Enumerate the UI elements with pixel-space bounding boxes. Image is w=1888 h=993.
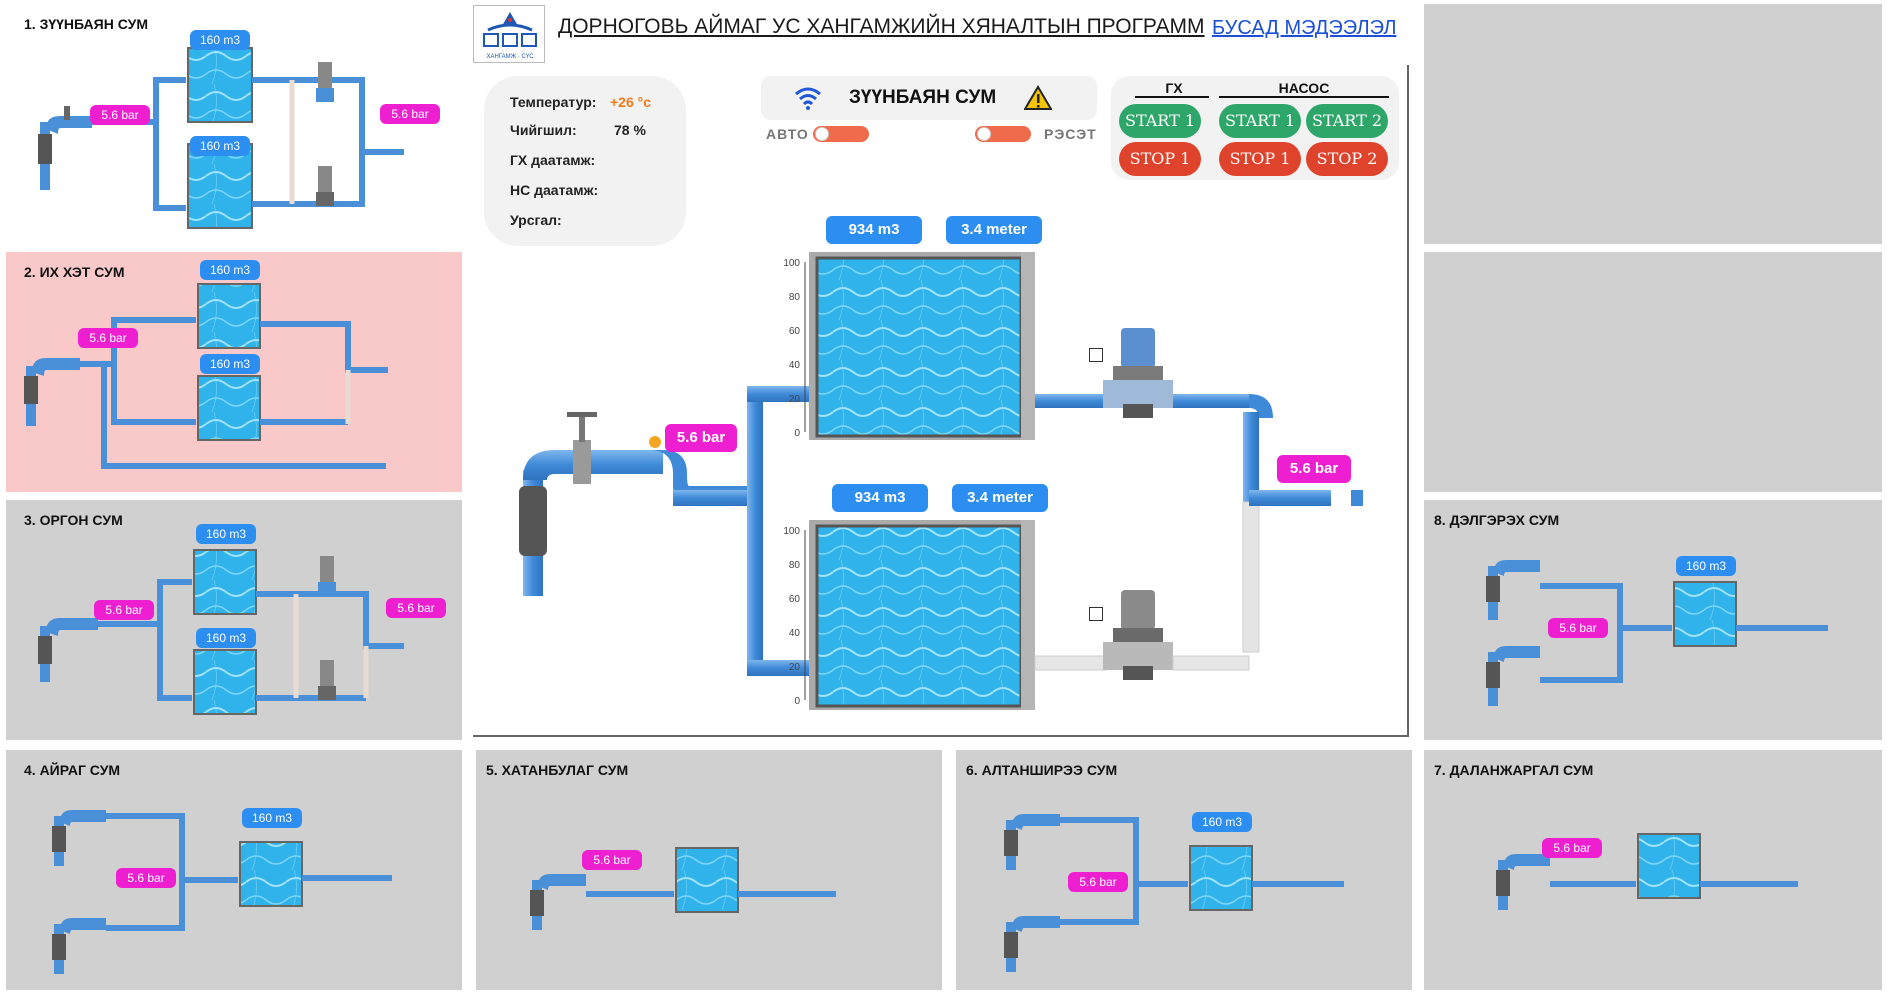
inlet-valve-icon (1004, 916, 1060, 972)
tank-volume-label: 160 m3 (200, 260, 260, 280)
inlet-valve-icon (1486, 646, 1540, 706)
inlet-pressure-label: 5.6 bar (90, 105, 150, 125)
panel-altanshiree[interactable]: 6. АЛТАНШИРЭЭ СУМ 160 m3 5.6 bar (956, 750, 1412, 990)
tank-1-level-label: 3.4 meter (946, 216, 1042, 244)
tank-volume-label: 160 m3 (196, 628, 256, 648)
panel-dalanzhargal[interactable]: 7. ДАЛАНЖАРГАЛ СУМ 5.6 bar (1424, 750, 1882, 990)
tank-volume-label: 160 m3 (1192, 812, 1252, 832)
inlet-valve-icon (38, 106, 92, 190)
panel-zuunbayan[interactable]: 1. ЗҮҮНБАЯН СУМ 160 m3 160 m3 5.6 bar 5.… (6, 4, 462, 240)
inlet-valve-icon (1486, 560, 1540, 620)
pump-icon (316, 62, 334, 102)
scale-tick-label: 60 (789, 326, 801, 337)
tank-2-volume-label: 934 m3 (832, 484, 928, 512)
inlet-pressure-label: 5.6 bar (1548, 618, 1608, 638)
tank-2 (809, 520, 1035, 710)
pump-2-icon (1103, 590, 1173, 680)
main-diagram: 100 80 60 40 20 0 100 80 60 40 20 0 (519, 252, 1363, 710)
inlet-valve-icon (52, 918, 106, 974)
tank-volume-label: 160 m3 (1676, 556, 1736, 576)
pump-icon (316, 166, 334, 206)
scale-tick-label: 20 (789, 394, 801, 405)
inlet-pressure-label: 5.6 bar (94, 600, 154, 620)
tank-1-volume-label: 934 m3 (826, 216, 922, 244)
scale-tick-label: 40 (789, 628, 801, 639)
panel-orgon[interactable]: 3. ОРГОН СУМ 160 m3 160 m3 5.6 bar 5.6 b… (6, 500, 462, 740)
tank-volume-label: 160 m3 (200, 354, 260, 374)
inlet-pressure-label: 5.6 bar (78, 328, 138, 348)
scale-tick-label: 40 (789, 360, 801, 371)
scale-tick-label: 60 (789, 594, 801, 605)
scale-tick-label: 100 (783, 526, 800, 537)
tank-volume-label: 160 m3 (190, 30, 250, 50)
pump-1-icon (1103, 328, 1173, 418)
panel-delgerekh[interactable]: 8. ДЭЛГЭРЭХ СУМ 160 m3 5.6 bar (1424, 500, 1882, 740)
panel-empty-top (1424, 4, 1882, 244)
tank-volume-label: 160 m3 (242, 808, 302, 828)
pump-icon (318, 556, 336, 596)
mini-diagram (1004, 814, 1344, 972)
inlet-valve-icon (1496, 854, 1550, 910)
inlet-valve-icon (24, 358, 80, 426)
scale-tick-label: 80 (789, 292, 801, 303)
inlet-pressure-label: 5.6 bar (1542, 838, 1602, 858)
scale-tick-label: 0 (794, 428, 800, 439)
outlet-pressure-label: 5.6 bar (386, 598, 446, 618)
panel-empty-middle (1424, 252, 1882, 492)
inlet-pressure-label: 5.6 bar (582, 850, 642, 870)
scale-tick-label: 0 (794, 696, 800, 707)
scale-tick-label: 100 (783, 258, 800, 269)
tank-volume-label: 160 m3 (196, 524, 256, 544)
tank-1 (809, 252, 1035, 440)
inlet-valve-icon (38, 618, 98, 682)
mini-diagram (1496, 833, 1798, 910)
panel-ikh-khet[interactable]: 2. ИХ ХЭТ СУМ 160 m3 160 m3 5.6 bar (6, 252, 462, 492)
inlet-valve-icon (52, 810, 106, 866)
mini-diagram (52, 810, 392, 974)
scale-tick-label: 20 (789, 662, 801, 673)
scale-tick-label: 80 (789, 560, 801, 571)
pump-icon (318, 660, 336, 700)
tank-volume-label: 160 m3 (190, 136, 250, 156)
outlet-pressure-label: 5.6 bar (1277, 455, 1351, 483)
inlet-pressure-label: 5.6 bar (1068, 872, 1128, 892)
mini-diagram (530, 847, 836, 930)
pump-1-checkbox[interactable] (1089, 348, 1103, 362)
mini-diagram (1486, 560, 1828, 706)
inlet-pressure-label: 5.6 bar (116, 868, 176, 888)
tank-2-scale: 100 80 60 40 20 0 (783, 526, 806, 707)
inlet-valve-icon (530, 874, 586, 930)
tank-2-level-label: 3.4 meter (952, 484, 1048, 512)
inlet-pressure-label: 5.6 bar (665, 424, 737, 452)
outlet-pressure-label: 5.6 bar (380, 104, 440, 124)
inlet-valve-icon (1004, 814, 1060, 870)
tank-1-scale: 100 80 60 40 20 0 (783, 258, 806, 439)
pump-2-checkbox[interactable] (1089, 607, 1103, 621)
panel-khatanbulag[interactable]: 5. ХАТАНБУЛАГ СУМ 5.6 bar (476, 750, 942, 990)
panel-airag[interactable]: 4. АЙРАГ СУМ 160 m3 5.6 bar (6, 750, 462, 990)
